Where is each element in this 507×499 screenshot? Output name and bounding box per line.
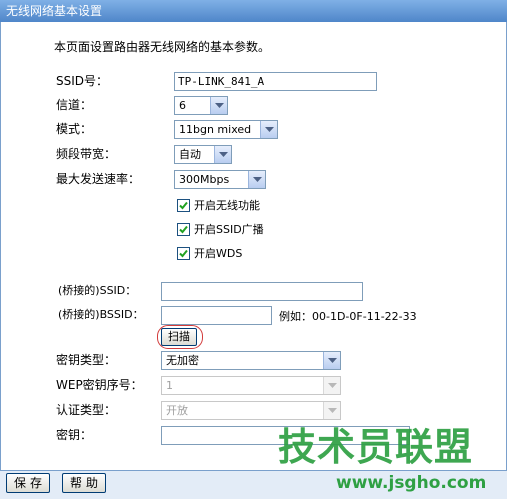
window-title: 无线网络基本设置 (0, 0, 507, 22)
chevron-down-icon (323, 377, 340, 394)
key-type-label: 密钥类型： (56, 353, 117, 367)
channel-value: 6 (179, 99, 186, 112)
bridge-ssid-label: (桥接的)SSID： (58, 284, 137, 297)
chevron-down-icon (260, 121, 277, 138)
enable-wireless-checkbox[interactable]: 开启无线功能 (177, 197, 260, 213)
ssid-input[interactable]: TP-LINK_841_A (174, 72, 377, 91)
bandwidth-value: 自动 (179, 148, 201, 161)
enable-wds-checkbox[interactable]: 开启WDS (177, 245, 242, 261)
page-description: 本页面设置路由器无线网络的基本参数。 (54, 40, 271, 54)
bandwidth-label: 频段带宽： (56, 147, 117, 161)
chevron-down-icon (323, 352, 340, 369)
ssid-broadcast-checkbox[interactable]: 开启SSID广播 (177, 221, 264, 237)
key-type-value: 无加密 (166, 354, 199, 367)
wep-index-value: 1 (166, 379, 173, 392)
chevron-down-icon (210, 97, 227, 114)
key-type-select[interactable]: 无加密 (161, 351, 341, 370)
wep-index-label: WEP密钥序号： (56, 378, 143, 392)
chevron-down-icon (214, 146, 231, 163)
chevron-down-icon (323, 402, 340, 419)
checkbox-label: 开启SSID广播 (194, 223, 264, 236)
key-label: 密钥： (56, 428, 93, 442)
max-rate-select[interactable]: 300Mbps (174, 170, 266, 189)
auth-type-select[interactable]: 开放 (161, 401, 341, 420)
channel-label: 信道： (56, 98, 93, 112)
checkbox-check-icon (177, 222, 190, 236)
bridge-bssid-input[interactable] (161, 306, 272, 325)
bandwidth-select[interactable]: 自动 (174, 145, 232, 164)
mode-label: 模式： (56, 122, 93, 136)
checkbox-check-icon (177, 246, 190, 260)
bridge-ssid-input[interactable] (161, 282, 363, 301)
watermark-logo: 技术员联盟 www.jsgho.com (278, 425, 498, 497)
watermark-text: 技术员联盟 (278, 425, 474, 469)
wep-index-select[interactable]: 1 (161, 376, 341, 395)
help-button[interactable]: 帮助 (62, 473, 106, 493)
checkbox-check-icon (177, 198, 190, 212)
checkbox-label: 开启无线功能 (194, 199, 260, 212)
mode-value: 11bgn mixed (179, 123, 252, 136)
scan-button[interactable]: 扫描 (161, 328, 197, 346)
watermark-url: www.jsgho.com (336, 473, 487, 493)
save-button[interactable]: 保存 (6, 473, 50, 493)
max-rate-value: 300Mbps (179, 173, 230, 186)
checkbox-label: 开启WDS (194, 247, 243, 260)
ssid-label: SSID号： (56, 74, 109, 88)
auth-type-label: 认证类型： (56, 403, 117, 417)
max-rate-label: 最大发送速率： (56, 172, 141, 186)
channel-select[interactable]: 6 (174, 96, 228, 115)
bssid-example-hint: 例如：00-1D-0F-11-22-33 (279, 310, 417, 323)
chevron-down-icon (248, 171, 265, 188)
bridge-bssid-label: (桥接的)BSSID： (58, 308, 144, 321)
mode-select[interactable]: 11bgn mixed (174, 120, 278, 139)
auth-type-value: 开放 (166, 404, 188, 417)
